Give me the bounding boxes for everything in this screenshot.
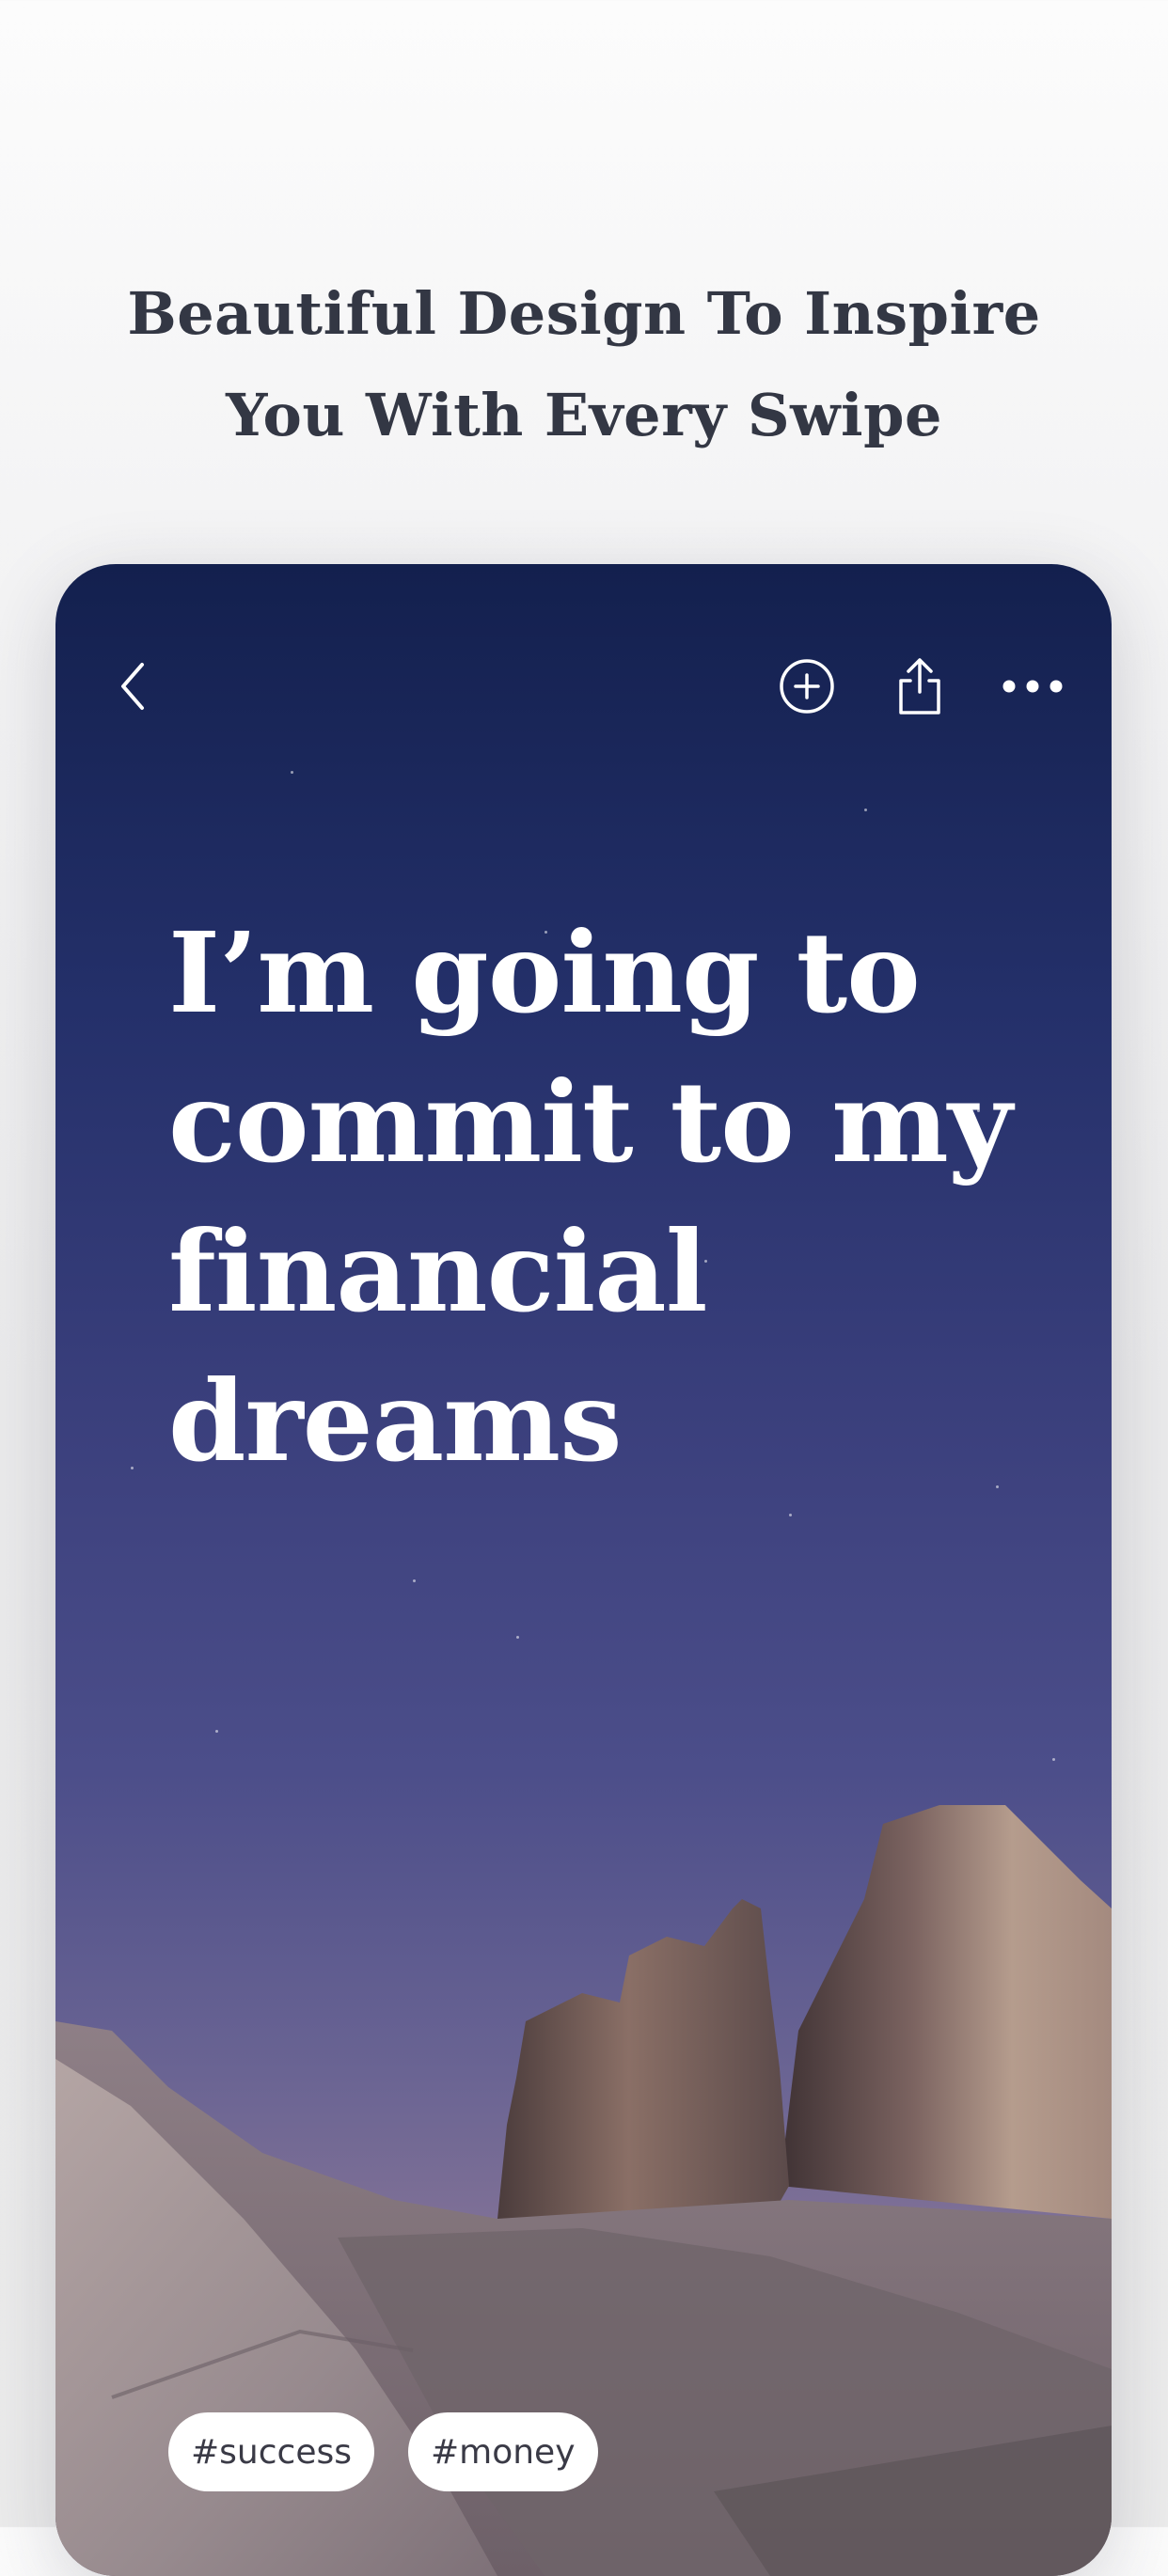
tag-list: #success #money <box>168 2412 598 2491</box>
quote-text: I’m going to commit to my financial drea… <box>168 898 1015 1496</box>
quote-line-4: dreams <box>168 1356 623 1486</box>
more-options-button[interactable] <box>995 649 1070 724</box>
quote-line-3: financial <box>168 1206 708 1337</box>
quote-line-1: I’m going to <box>168 907 921 1038</box>
quote-line-2: commit to my <box>168 1057 1012 1187</box>
quote-card[interactable]: I’m going to commit to my financial drea… <box>55 564 1112 2576</box>
headline: Beautiful Design To Inspire You With Eve… <box>0 263 1168 466</box>
chevron-left-icon <box>121 663 144 710</box>
headline-line-1: Beautiful Design To Inspire <box>127 279 1041 348</box>
back-button[interactable] <box>95 649 170 724</box>
plus-circle-icon <box>780 659 834 714</box>
mountain-landscape <box>55 1805 1112 2576</box>
add-to-collection-button[interactable] <box>769 649 844 724</box>
share-icon <box>899 658 940 715</box>
share-button[interactable] <box>882 649 957 724</box>
headline-line-2: You With Every Swipe <box>226 381 942 449</box>
more-horizontal-icon <box>1002 680 1063 693</box>
tag-money[interactable]: #money <box>407 2412 598 2491</box>
tag-success[interactable]: #success <box>168 2412 374 2491</box>
